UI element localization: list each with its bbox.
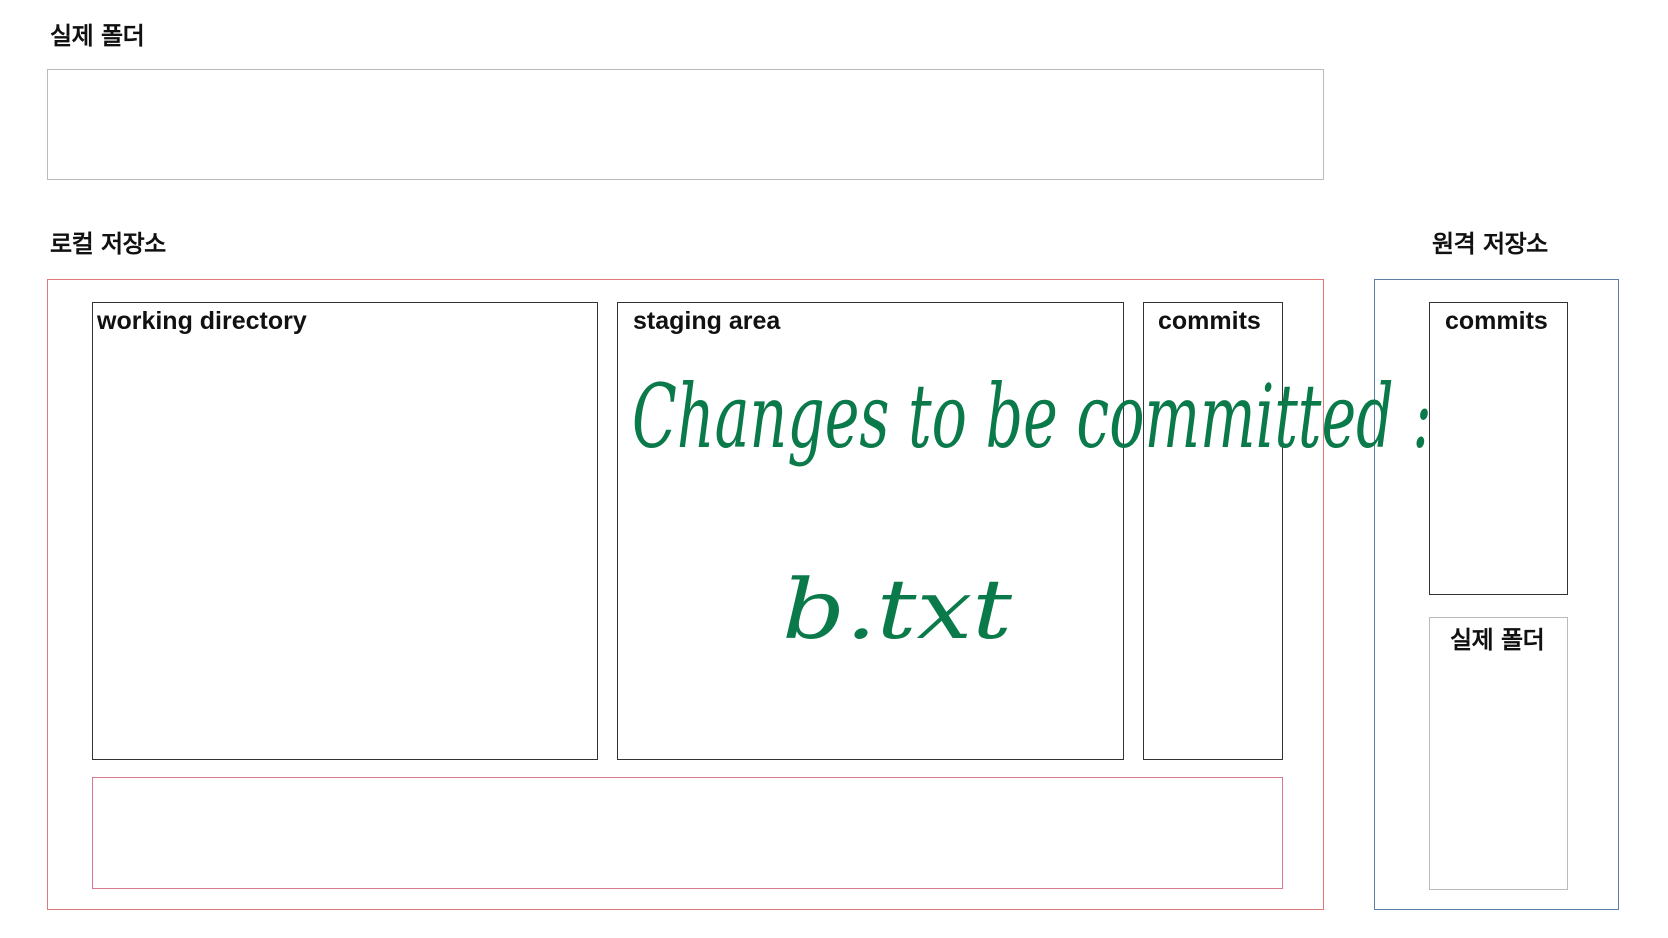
real-folder-box (47, 69, 1324, 180)
local-commits-box: commits (1143, 302, 1283, 760)
remote-repo-title: 원격 저장소 (1432, 230, 1548, 258)
remote-commits-label: commits (1445, 307, 1548, 335)
remote-real-folder-box: 실제 폴더 (1429, 617, 1568, 890)
local-inner-folder-box (92, 777, 1283, 889)
remote-real-folder-label: 실제 폴더 (1450, 626, 1545, 654)
remote-commits-box: commits (1429, 302, 1568, 595)
working-directory-box: working directory (92, 302, 598, 760)
real-folder-title: 실제 폴더 (50, 22, 145, 50)
staging-area-box: staging area (617, 302, 1124, 760)
staging-area-label: staging area (633, 307, 781, 335)
local-commits-label: commits (1158, 307, 1261, 335)
local-repo-title: 로컬 저장소 (50, 230, 166, 258)
working-directory-label: working directory (97, 307, 307, 335)
